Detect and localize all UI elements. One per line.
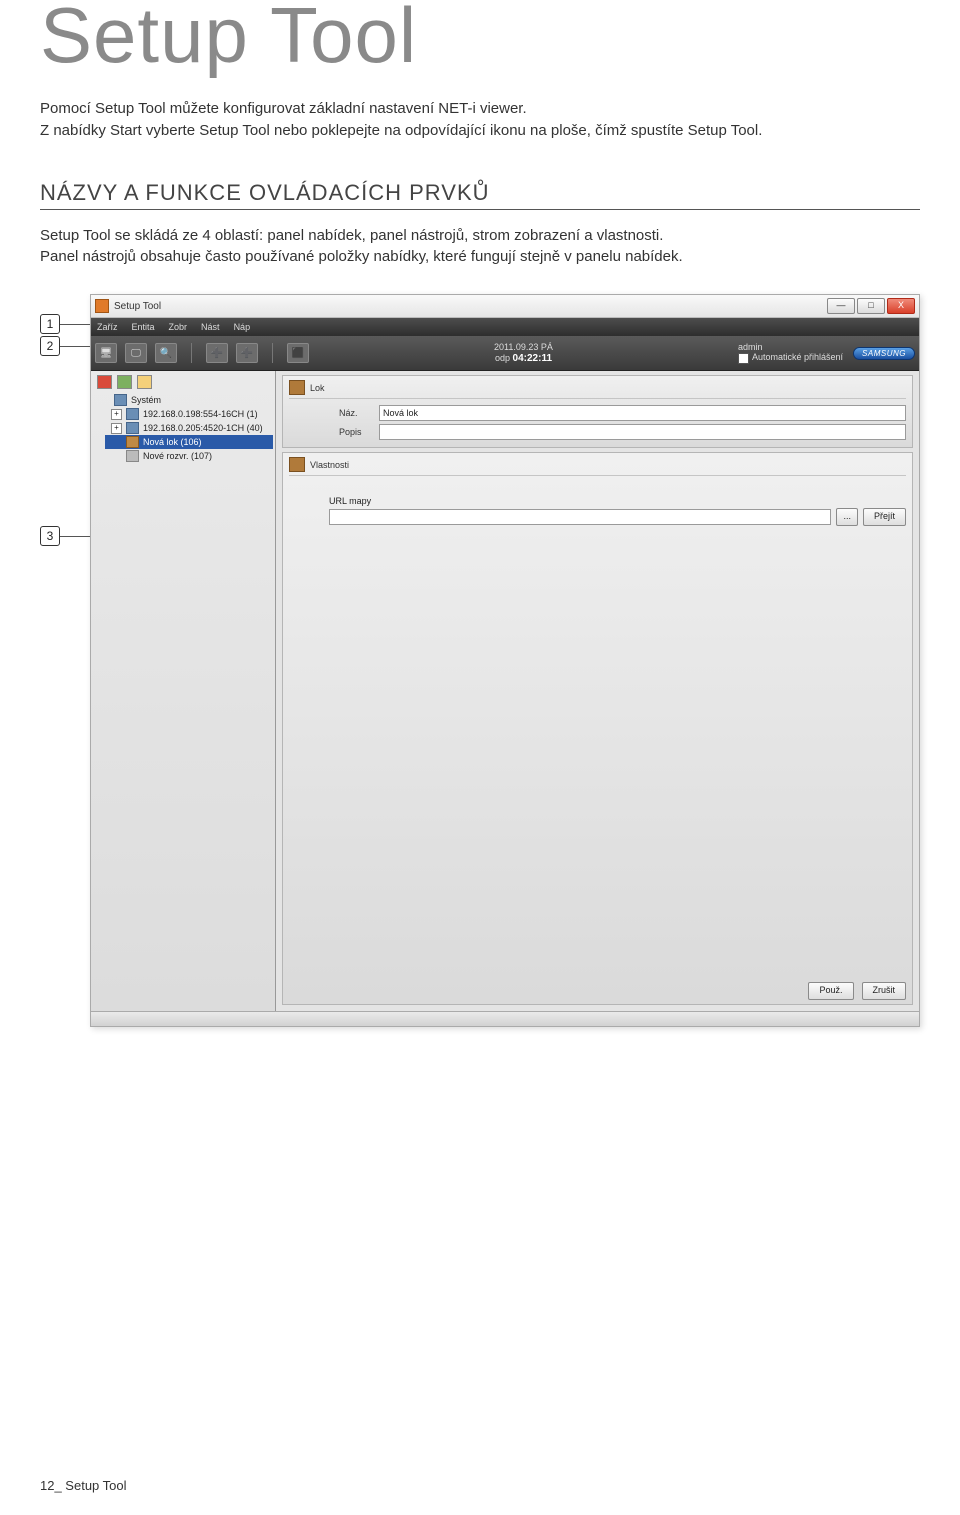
- toolbar-search-icon[interactable]: 🔍: [155, 343, 177, 363]
- toolbar-add-group-icon[interactable]: ➕: [236, 343, 258, 363]
- go-button[interactable]: Přejít: [863, 508, 906, 526]
- layout-icon: [126, 450, 139, 462]
- screenshot: Setup Tool — □ X Zaříz Entita Zobr Nást …: [90, 294, 920, 1027]
- location-icon: [126, 436, 139, 448]
- section-body: Setup Tool se skládá ze 4 oblastí: panel…: [40, 225, 920, 269]
- section-heading: NÁZVY A FUNKCE OVLÁDACÍCH PRVKŮ: [40, 180, 920, 210]
- device-icon: [126, 422, 139, 434]
- page-footer: 12_ Setup Tool: [40, 1478, 127, 1493]
- callout-2-num: 2: [40, 336, 60, 356]
- menu-entita[interactable]: Entita: [132, 322, 155, 332]
- toolbar-time-prefix: odp: [495, 353, 510, 363]
- tree-root[interactable]: Systém: [93, 393, 273, 407]
- menu-nap[interactable]: Náp: [234, 322, 251, 332]
- close-button[interactable]: X: [887, 298, 915, 314]
- callout-1-num: 1: [40, 314, 60, 334]
- toolbar: 🖥 🖵 🔍 ➕ ➕ ⬛ 2011.09.23 PÁ odp 04:22:11: [91, 336, 919, 371]
- toolbar-user: admin: [738, 343, 843, 353]
- properties-panel: Lok Náz. Nová lok Popis: [276, 371, 919, 1011]
- toolbar-date: 2011.09.23 PÁ: [494, 343, 553, 353]
- callout-1-line: [60, 324, 90, 325]
- tree-node-3-selected[interactable]: Nová lok (106): [105, 435, 273, 449]
- lok-section-icon: [289, 380, 305, 395]
- name-input[interactable]: Nová lok: [379, 405, 906, 421]
- expand-icon[interactable]: +: [111, 409, 122, 420]
- callout-1: 1: [40, 314, 90, 334]
- url-input[interactable]: [329, 509, 831, 525]
- page-title: Setup Tool: [40, 0, 920, 70]
- properties-section: Vlastnosti URL mapy ... Přejít: [282, 452, 913, 1005]
- desc-input[interactable]: [379, 424, 906, 440]
- window-title: Setup Tool: [114, 301, 825, 312]
- tree-root-label: Systém: [131, 395, 161, 405]
- toolbar-add-device-icon[interactable]: ➕: [206, 343, 228, 363]
- name-label: Náz.: [289, 408, 379, 418]
- minimize-button[interactable]: —: [827, 298, 855, 314]
- properties-section-title: Vlastnosti: [310, 460, 349, 470]
- tree-node-2[interactable]: + 192.168.0.205:4520-1CH (40): [105, 421, 273, 435]
- status-bar: [91, 1011, 919, 1026]
- tree-folder-icon[interactable]: [137, 375, 152, 389]
- intro-text: Pomocí Setup Tool můžete konfigurovat zá…: [40, 98, 920, 142]
- toolbar-device-icon[interactable]: 🖥: [95, 343, 117, 363]
- callout-2-line: [60, 346, 90, 347]
- browse-button[interactable]: ...: [836, 508, 858, 526]
- lok-section: Lok Náz. Nová lok Popis: [282, 375, 913, 448]
- toolbar-cube-icon[interactable]: ⬛: [287, 343, 309, 363]
- apply-button[interactable]: Použ.: [808, 982, 853, 1000]
- desc-label: Popis: [289, 427, 379, 437]
- tree-node-1[interactable]: + 192.168.0.198:554-16CH (1): [105, 407, 273, 421]
- tree-node-3-label: Nová lok (106): [143, 437, 202, 447]
- autologin-label: Automatické přihlášení: [752, 353, 843, 363]
- menu-zariz[interactable]: Zaříz: [97, 322, 118, 332]
- cancel-button[interactable]: Zrušit: [862, 982, 907, 1000]
- toolbar-time: 04:22:11: [513, 353, 552, 364]
- toolbar-monitor-icon[interactable]: 🖵: [125, 343, 147, 363]
- app-icon: [95, 299, 109, 313]
- intro-line1: Pomocí Setup Tool můžete konfigurovat zá…: [40, 100, 527, 117]
- menu-nast[interactable]: Nást: [201, 322, 220, 332]
- toolbar-separator-2: [272, 343, 273, 363]
- intro-line2: Z nabídky Start vyberte Setup Tool nebo …: [40, 122, 762, 139]
- brand-logo: SAMSUNG: [853, 347, 915, 360]
- tree-node-1-label: 192.168.0.198:554-16CH (1): [143, 409, 258, 419]
- window-titlebar: Setup Tool — □ X: [91, 295, 919, 318]
- section-body-line1: Setup Tool se skládá ze 4 oblastí: panel…: [40, 227, 663, 244]
- tree-add-icon[interactable]: [117, 375, 132, 389]
- device-icon: [126, 408, 139, 420]
- tree-delete-icon[interactable]: [97, 375, 112, 389]
- tree-toolbar: [93, 373, 273, 393]
- menu-bar: Zaříz Entita Zobr Nást Náp: [91, 318, 919, 336]
- tree-node-4[interactable]: Nové rozvr. (107): [105, 449, 273, 463]
- properties-section-icon: [289, 457, 305, 472]
- callout-3-num: 3: [40, 526, 60, 546]
- tree-panel: Systém + 192.168.0.198:554-16CH (1) + 19…: [91, 371, 276, 1011]
- menu-zobr[interactable]: Zobr: [169, 322, 188, 332]
- autologin-checkbox[interactable]: [738, 353, 749, 364]
- url-label: URL mapy: [329, 496, 906, 506]
- tree-node-2-label: 192.168.0.205:4520-1CH (40): [143, 423, 263, 433]
- expand-icon[interactable]: +: [111, 423, 122, 434]
- callout-2: 2: [40, 336, 90, 356]
- callout-3: 3: [40, 526, 90, 546]
- system-icon: [114, 394, 127, 406]
- callout-3-line: [60, 536, 90, 537]
- toolbar-separator-1: [191, 343, 192, 363]
- lok-section-title: Lok: [310, 383, 325, 393]
- tree-node-4-label: Nové rozvr. (107): [143, 451, 212, 461]
- section-body-line2: Panel nástrojů obsahuje často používané …: [40, 248, 683, 265]
- maximize-button[interactable]: □: [857, 298, 885, 314]
